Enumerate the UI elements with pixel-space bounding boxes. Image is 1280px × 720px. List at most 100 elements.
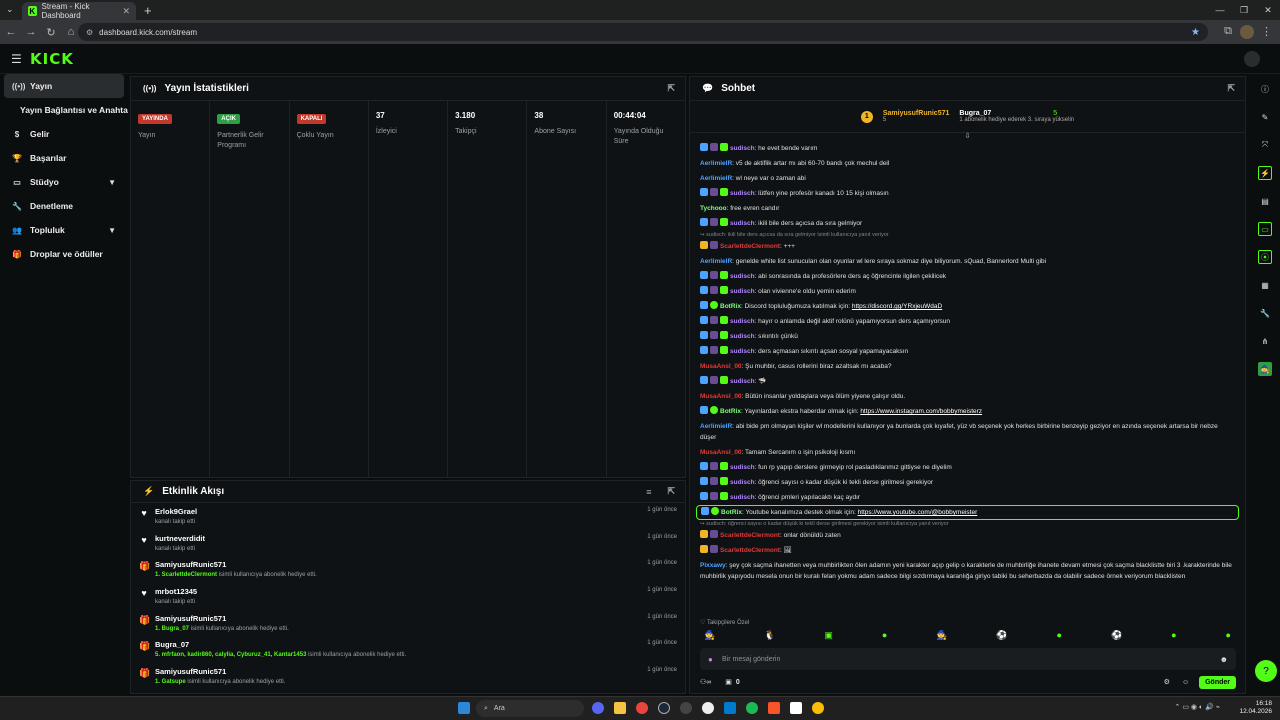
clipboard-icon[interactable]: ▤ xyxy=(1258,194,1272,208)
lightning-icon[interactable]: ⚡ xyxy=(1258,166,1272,180)
taskbar-search[interactable]: ⌕ Ara xyxy=(476,700,584,717)
pencil-icon[interactable]: ✎ xyxy=(1258,110,1272,124)
forward-icon[interactable]: → xyxy=(22,26,40,38)
tab-close-icon[interactable]: ✕ xyxy=(122,6,130,17)
expand-icon[interactable]: ⤧ xyxy=(1258,138,1272,152)
chat-message[interactable]: ScarlettdeClermont: 🖼 xyxy=(690,543,1245,558)
sidebar-item-gelir[interactable]: $ Gelir xyxy=(4,122,124,146)
user-avatar[interactable] xyxy=(1244,51,1260,67)
chat-username[interactable]: sudisch xyxy=(730,220,755,227)
sidebar-item-denetleme[interactable]: 🔧 Denetleme xyxy=(4,194,124,218)
wrench-icon[interactable]: 🔧 xyxy=(1258,306,1272,320)
chat-username[interactable]: AerlimielR xyxy=(700,160,732,167)
filter-icon[interactable]: ≡ xyxy=(646,487,651,497)
emote-icon[interactable]: ● xyxy=(1171,630,1176,640)
chat-message[interactable]: sudisch: fun rp yapıp derslere girmeyip … xyxy=(690,460,1245,475)
tab-search-icon[interactable]: ⌄ xyxy=(6,4,14,15)
popout-icon[interactable]: ⇱ xyxy=(667,486,675,497)
emote-icon[interactable]: 🧙 xyxy=(936,630,947,640)
brave-icon[interactable] xyxy=(768,702,780,714)
extensions-icon[interactable]: ⧉ xyxy=(1224,25,1232,38)
emote-icon[interactable]: ⚽ xyxy=(1111,630,1122,640)
chat-message[interactable]: sudisch: ders açmasan sıkıntı açsan sosy… xyxy=(690,344,1245,359)
settings-icon[interactable]: ⚙ xyxy=(1164,678,1170,686)
chat-message[interactable]: sudisch: he evet bende varım xyxy=(690,141,1245,156)
chat-message[interactable]: ScarlettdeClermont: +++ xyxy=(690,239,1245,254)
app-icon[interactable] xyxy=(680,702,692,714)
browser-menu-icon[interactable]: ⋮ xyxy=(1261,25,1272,38)
sidebar-item-stream-key[interactable]: Yayın Bağlantısı ve Anahtarı xyxy=(0,98,128,122)
popout-icon[interactable]: ⇱ xyxy=(667,83,675,94)
emoji-icon[interactable]: ☻ xyxy=(1220,655,1228,664)
chat-username[interactable]: AerlimielR xyxy=(700,175,732,182)
chrome-active-icon[interactable] xyxy=(812,702,824,714)
bookmark-star-icon[interactable]: ★ xyxy=(1191,27,1200,38)
discord-icon[interactable] xyxy=(592,702,604,714)
minimize-icon[interactable]: — xyxy=(1208,0,1232,20)
chat-username[interactable]: sudisch xyxy=(730,494,755,501)
broadcast-icon[interactable]: ⦿ xyxy=(1258,250,1272,264)
help-button[interactable]: ? xyxy=(1255,660,1277,682)
send-button[interactable]: Gönder xyxy=(1199,675,1236,689)
chat-message[interactable]: sudisch: 🦈 xyxy=(690,374,1245,389)
bot-icon[interactable]: ☺ xyxy=(1182,679,1189,686)
chat-username[interactable]: sudisch xyxy=(730,464,755,471)
tray-icons[interactable]: ⌃ ▭ ◉ ◐ 🔊 ⌁ xyxy=(1175,703,1220,711)
chat-message[interactable]: sudisch: olan vivienne'e oldu yemin eder… xyxy=(690,284,1245,299)
chat-message[interactable]: MusaAnsl_00: Bütün insanlar yoldaşlara v… xyxy=(690,389,1245,404)
chat-username[interactable]: sudisch xyxy=(730,145,755,152)
taskbar-clock[interactable]: 16:18 12.04.2026 xyxy=(1239,700,1272,716)
vscode-icon[interactable] xyxy=(724,702,736,714)
chat-message[interactable]: sudisch: ikili bile ders açıcsa da sıra … xyxy=(690,216,1245,231)
share-icon[interactable]: ⋔ xyxy=(1258,334,1272,348)
chat-username[interactable]: sudisch xyxy=(730,333,755,340)
chat-message[interactable]: sudisch: abi sonrasında da profesörlere … xyxy=(690,269,1245,284)
chat-message[interactable]: BotRix: Youtube kanalımıza destek olmak … xyxy=(696,505,1239,520)
chat-message[interactable]: AerlimielR: genelde white list sunucular… xyxy=(690,254,1245,269)
chat-username[interactable]: MusaAnsl_00 xyxy=(700,363,742,370)
chat-message[interactable]: sudisch: öğrenci pmleri yapılacaktı kaç … xyxy=(690,490,1245,505)
emote-icon[interactable]: 🐧 xyxy=(764,630,775,640)
chat-username[interactable]: sudisch xyxy=(730,318,755,325)
github-icon[interactable] xyxy=(702,702,714,714)
chat-username[interactable]: Tychooo xyxy=(700,205,727,212)
chrome-icon[interactable] xyxy=(636,702,648,714)
site-info-icon[interactable]: ⚙ xyxy=(86,28,93,37)
emote-icon[interactable]: ▣ xyxy=(824,630,833,640)
chat-icon[interactable]: ▭ xyxy=(1258,222,1272,236)
new-tab-icon[interactable]: + xyxy=(144,3,152,18)
chat-message[interactable]: AerlimielR: abi bide pm olmayan kişiler … xyxy=(690,419,1245,445)
chat-username[interactable]: sudisch xyxy=(730,348,755,355)
layers-icon[interactable]: ▦ xyxy=(1258,278,1272,292)
chat-username[interactable]: BotRix xyxy=(721,509,742,516)
emote-icon[interactable]: ● xyxy=(1057,630,1062,640)
emote-icon[interactable]: ⚽ xyxy=(996,630,1007,640)
info-icon[interactable]: ⓘ xyxy=(1258,82,1272,96)
profile-avatar[interactable] xyxy=(1240,25,1254,39)
chat-message[interactable]: sudisch: öğrenci sayısı o kadar düşük ki… xyxy=(690,475,1245,490)
scroll-down-icon[interactable]: ⇩ xyxy=(690,133,1245,141)
browser-tab[interactable]: K Stream - Kick Dashboard ✕ xyxy=(22,2,136,20)
url-field[interactable]: ⚙ dashboard.kick.com/stream ★ xyxy=(78,23,1208,41)
chat-message[interactable]: BotRix: Discord topluluğumuza katılmak i… xyxy=(690,299,1245,314)
windows-start-icon[interactable] xyxy=(458,702,470,714)
menu-icon[interactable]: ☰ xyxy=(11,52,22,66)
chat-message[interactable]: Tychooo: free evren candır xyxy=(690,201,1245,216)
chat-username[interactable]: sudisch xyxy=(730,190,755,197)
chat-message[interactable]: sudisch: lütfen yine profesör kanadı 10 … xyxy=(690,186,1245,201)
sidebar-item-yayin[interactable]: ((•)) Yayın xyxy=(4,74,124,98)
maximize-icon[interactable]: ❐ xyxy=(1232,0,1256,20)
gift-icon[interactable]: ▣ xyxy=(725,678,732,686)
chat-message[interactable]: MusaAnsl_00: Şu muhbir, casus rollerini … xyxy=(690,359,1245,374)
chat-message[interactable]: sudisch: sıkıntılı çünkü xyxy=(690,329,1245,344)
steam-icon[interactable] xyxy=(658,702,670,714)
window-close-icon[interactable]: ✕ xyxy=(1256,0,1280,20)
chat-message[interactable]: AerlimielR: wl neye var o zaman abi xyxy=(690,171,1245,186)
chat-username[interactable]: sudisch xyxy=(730,479,755,486)
avatar-icon[interactable]: 🧙 xyxy=(1258,362,1272,376)
spotify-icon[interactable] xyxy=(746,702,758,714)
chat-username[interactable]: sudisch xyxy=(730,273,755,280)
chat-username[interactable]: AerlimielR xyxy=(700,423,732,430)
sidebar-item-basarilar[interactable]: 🏆 Başarılar xyxy=(4,146,124,170)
chat-username[interactable]: ScarlettdeClermont xyxy=(720,532,780,539)
